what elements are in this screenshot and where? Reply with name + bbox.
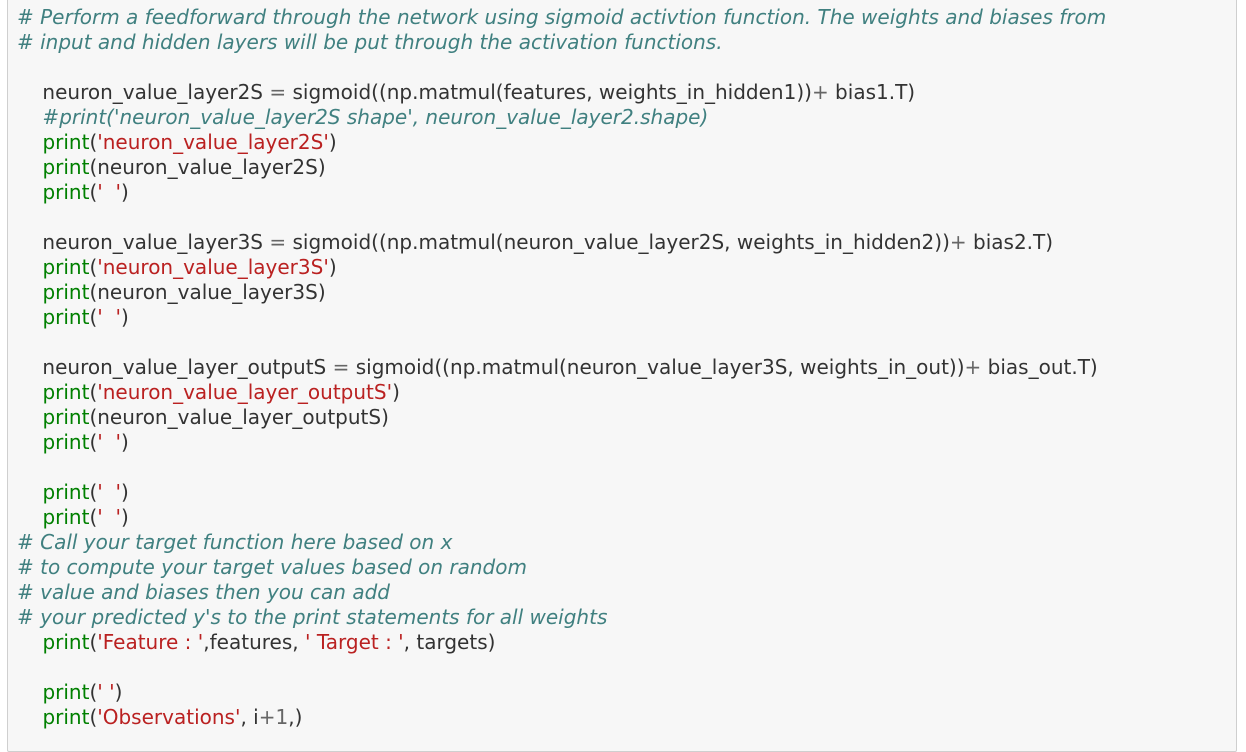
code-line: print(' ') <box>42 180 129 204</box>
code-text: bias1.T) <box>828 80 916 104</box>
comment-line: # your predicted y's to the print statem… <box>17 605 608 629</box>
comment-line: # value and biases then you can add <box>17 580 390 604</box>
comment-line: #print('neuron_value_layer2S shape', neu… <box>17 105 709 129</box>
code-text: sigmoid((np.matmul(neuron_value_layer3S,… <box>349 355 965 379</box>
operator: + <box>964 355 982 379</box>
code-text: neuron_value_layer3S <box>17 230 270 254</box>
code-text: neuron_value_layer_outputS <box>17 355 333 379</box>
operator: + <box>811 80 829 104</box>
comment-line: # input and hidden layers will be put th… <box>17 30 723 54</box>
code-text: neuron_value_layer3S <box>97 280 318 304</box>
string-literal: 'Feature : ' <box>97 630 204 654</box>
string-literal: 'Observations' <box>97 705 241 729</box>
string-literal: 'neuron_value_layer3S' <box>97 255 329 279</box>
string-literal: 'neuron_value_layer2S' <box>97 130 329 154</box>
keyword: print <box>42 255 90 279</box>
string-literal: ' ' <box>97 680 115 704</box>
code-text: , i <box>240 705 259 729</box>
code-line: print(' ') <box>42 305 129 329</box>
code-text: neuron_value_layer2S <box>17 80 270 104</box>
number-literal: 1 <box>275 705 289 729</box>
code-text: neuron_value_layer2S <box>97 155 318 179</box>
code-line: print(neuron_value_layer3S) <box>42 280 326 304</box>
code-line: neuron_value_layer_outputS = sigmoid((np… <box>17 355 1106 380</box>
keyword: print <box>42 380 90 404</box>
keyword: print <box>42 480 90 504</box>
keyword: print <box>42 305 90 329</box>
operator: = <box>269 80 287 104</box>
operator: = <box>269 230 287 254</box>
code-text: ,features, <box>203 630 305 654</box>
code-text: , targets <box>403 630 488 654</box>
keyword: print <box>42 130 90 154</box>
code-editor[interactable]: # Perform a feedforward through the netw… <box>17 5 1106 730</box>
code-line: print(' ') <box>42 480 129 504</box>
string-literal: ' ' <box>97 505 121 529</box>
comment-line: # Perform a feedforward through the netw… <box>17 5 1107 29</box>
keyword: print <box>42 505 90 529</box>
code-line: print(' ') <box>42 505 129 529</box>
code-line: print('Feature : ',features, ' Target : … <box>42 630 496 654</box>
keyword: print <box>42 155 90 179</box>
code-line: print('neuron_value_layer3S') <box>42 255 337 279</box>
string-literal: ' ' <box>97 480 121 504</box>
code-line: print('neuron_value_layer2S') <box>42 130 337 154</box>
keyword: print <box>42 405 90 429</box>
keyword: print <box>42 630 90 654</box>
code-line: neuron_value_layer3S = sigmoid((np.matmu… <box>17 230 1106 255</box>
code-text: sigmoid((np.matmul(features, weights_in_… <box>286 80 812 104</box>
comment-line: # Call your target function here based o… <box>17 530 453 554</box>
code-line: print(neuron_value_layer_outputS) <box>42 405 389 429</box>
code-text: bias_out.T) <box>981 355 1098 379</box>
keyword: print <box>42 430 90 454</box>
keyword: print <box>42 680 90 704</box>
keyword: print <box>42 280 90 304</box>
operator: + <box>949 230 967 254</box>
operator: + <box>258 705 276 729</box>
string-literal: ' ' <box>97 305 121 329</box>
code-text: bias2.T) <box>966 230 1054 254</box>
comment-line: # to compute your target values based on… <box>17 555 527 579</box>
code-text: neuron_value_layer_outputS <box>97 405 382 429</box>
keyword: print <box>42 180 90 204</box>
code-line: neuron_value_layer2S = sigmoid((np.matmu… <box>17 80 1106 105</box>
string-literal: ' Target : ' <box>304 630 404 654</box>
code-line: print(neuron_value_layer2S) <box>42 155 326 179</box>
code-text: sigmoid((np.matmul(neuron_value_layer2S,… <box>286 230 950 254</box>
operator: = <box>332 355 350 379</box>
code-text: ,) <box>288 705 303 729</box>
string-literal: 'neuron_value_layer_outputS' <box>97 380 393 404</box>
keyword: print <box>42 705 90 729</box>
code-line: print(' ') <box>42 430 129 454</box>
code-line: print(' ') <box>42 680 123 704</box>
code-line: print('neuron_value_layer_outputS') <box>42 380 400 404</box>
string-literal: ' ' <box>97 430 121 454</box>
code-line: print('Observations', i+1,) <box>42 705 303 729</box>
string-literal: ' ' <box>97 180 121 204</box>
